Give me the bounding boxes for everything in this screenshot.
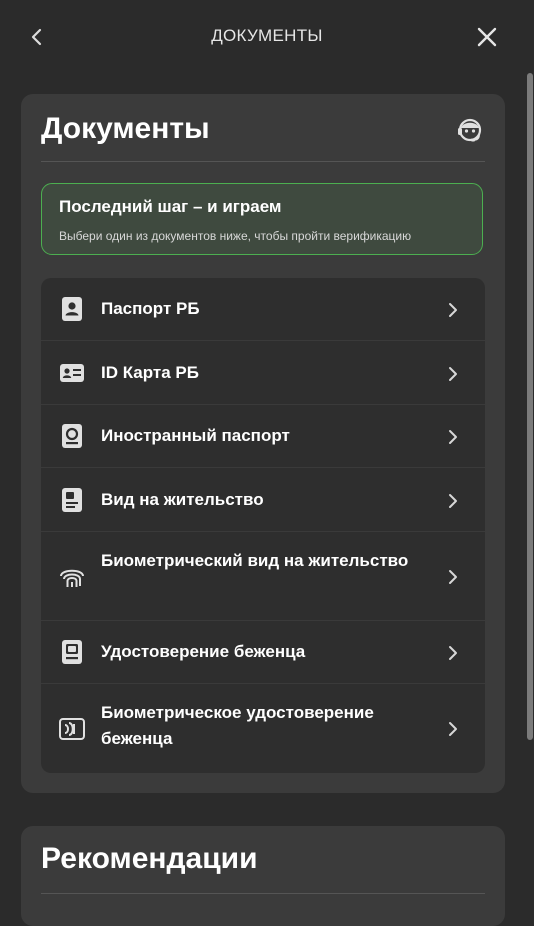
document-label: Биометрический вид на жительство	[101, 551, 409, 570]
document-label: Вид на жительство	[101, 490, 264, 509]
document-item-residence-permit[interactable]: Вид на жительство	[41, 468, 485, 532]
page-header-title: ДОКУМЕНТЫ	[211, 26, 323, 45]
document-label: Паспорт РБ	[101, 299, 200, 318]
document-item-id-card[interactable]: ID Карта РБ	[41, 341, 485, 405]
verification-promo: Последний шаг – и играем Выбери один из …	[41, 183, 483, 255]
chevron-right-icon	[449, 570, 457, 584]
recommendations-title: Рекомендации	[41, 842, 258, 875]
close-icon	[477, 27, 497, 47]
document-label: Биометрическое удостоверение беженца	[101, 703, 374, 748]
chevron-right-icon	[449, 722, 457, 736]
document-list: Паспорт РБ ID Карта РБ Иностранный паспо…	[41, 278, 485, 773]
chevron-right-icon	[449, 303, 457, 317]
document-label: ID Карта РБ	[101, 363, 199, 382]
document-item-foreign-passport[interactable]: Иностранный паспорт	[41, 405, 485, 468]
promo-subtitle: Выбери один из документов ниже, чтобы пр…	[59, 229, 412, 243]
document-label: Иностранный паспорт	[101, 426, 290, 445]
chevron-right-icon	[449, 646, 457, 660]
chevron-right-icon	[449, 430, 457, 444]
documents-title: Документы	[41, 112, 210, 145]
support-button[interactable]	[453, 112, 487, 146]
scrollbar-thumb[interactable]	[527, 73, 533, 740]
document-item-refugee-certificate[interactable]: Удостоверение беженца	[41, 621, 485, 684]
top-bar: ДОКУМЕНТЫ	[0, 0, 534, 73]
recommendations-card: Рекомендации	[21, 826, 505, 926]
document-item-biometric-residence-permit[interactable]: Биометрический вид на жительство	[41, 532, 485, 621]
title-divider	[41, 893, 485, 894]
chevron-right-icon	[449, 494, 457, 508]
biometric-refugee-certificate-icon	[59, 718, 85, 740]
promo-title: Последний шаг – и играем	[59, 197, 282, 216]
documents-card: Документы Последний шаг – и играем Выбер…	[21, 94, 505, 793]
passport-icon	[62, 297, 82, 321]
biometric-residence-permit-icon	[60, 569, 84, 587]
close-button[interactable]	[472, 22, 502, 52]
title-divider	[41, 161, 485, 162]
residence-permit-icon	[62, 488, 82, 512]
chevron-right-icon	[449, 367, 457, 381]
support-agent-icon	[458, 118, 482, 142]
id-card-icon	[60, 364, 84, 382]
document-item-biometric-refugee-certificate[interactable]: Биометрическое удостоверение беженца	[41, 684, 485, 773]
document-item-passport[interactable]: Паспорт РБ	[41, 278, 485, 341]
refugee-certificate-icon	[62, 640, 82, 664]
document-label: Удостоверение беженца	[101, 642, 306, 661]
foreign-passport-icon	[62, 424, 82, 448]
